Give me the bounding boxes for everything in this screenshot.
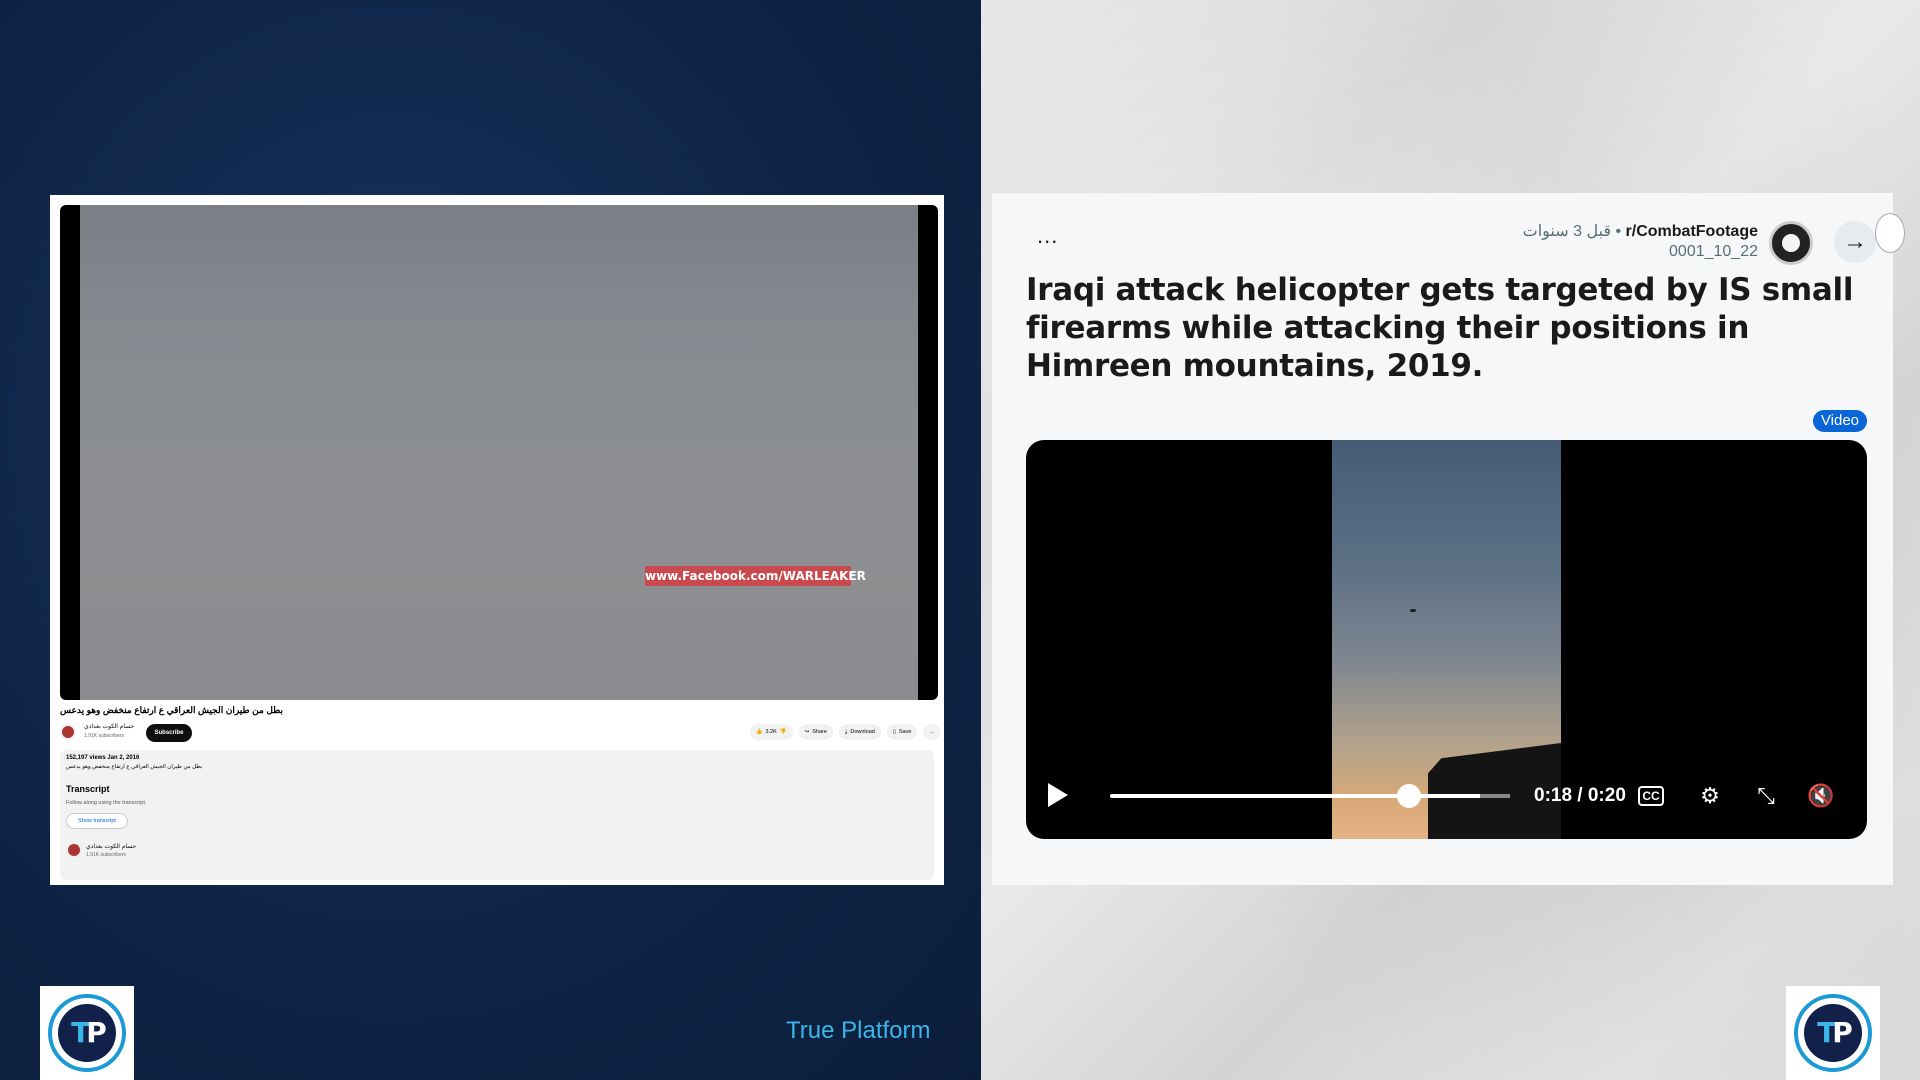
thumbs-down-icon[interactable]: 👎: [780, 729, 787, 735]
youtube-channel-row: حسام الكوت بغدادي 1.91K subscribers Subs…: [60, 722, 940, 742]
time-display: 0:18 / 0:20: [1534, 785, 1626, 806]
subscribe-button[interactable]: Subscribe: [146, 724, 192, 742]
video-controls: 0:18 / 0:20 CC ⚙ ⤡ 🔇: [1026, 759, 1867, 839]
mute-icon[interactable]: 🔇: [1806, 781, 1836, 811]
side-menu-button[interactable]: [1875, 213, 1905, 253]
settings-gear-icon[interactable]: ⚙: [1695, 781, 1725, 811]
fullscreen-icon[interactable]: ⤡: [1751, 781, 1781, 811]
transcript-heading: Transcript: [66, 784, 110, 794]
description-text: بطل من طيران الجيش العراقي ع ارتفاع منخف…: [66, 764, 203, 770]
true-platform-logo-right: TP: [1786, 986, 1880, 1080]
share-button[interactable]: ↪ Share: [798, 724, 833, 740]
youtube-card: بطل من طيران الجيش العراقي ع ارتفاع منخف…: [50, 195, 944, 885]
channel-avatar[interactable]: [60, 724, 76, 740]
captions-icon[interactable]: CC: [1638, 786, 1664, 806]
logo-letter-t: T: [71, 1016, 90, 1049]
video-badge: Video: [1812, 410, 1867, 432]
subreddit-link[interactable]: r/CombatFootage: [1626, 223, 1758, 240]
post-meta: قبل 3 سنوات • r/CombatFootage: [1523, 221, 1758, 241]
youtube-video-title: بطل من طيران الجيش العراقي ع ارتفاع منخف…: [60, 705, 284, 715]
arrow-right-icon[interactable]: →: [1834, 221, 1876, 263]
download-label: Download: [850, 729, 875, 735]
show-transcript-button[interactable]: Show transcript: [66, 813, 128, 829]
true-platform-logo-left: TP: [40, 986, 134, 1080]
logo-letter-p: P: [1832, 1016, 1852, 1049]
post-time-ago: قبل 3 سنوات: [1522, 223, 1612, 240]
youtube-description-box[interactable]: 152,197 views Jan 2, 2016 بطل من طيران ا…: [60, 750, 934, 880]
download-icon: ⤓: [844, 728, 848, 735]
thumbs-up-icon: 👍: [755, 729, 763, 735]
share-icon: ↪: [804, 729, 810, 735]
subreddit-avatar[interactable]: [1769, 221, 1813, 265]
play-icon[interactable]: [1048, 783, 1068, 807]
youtube-video-frame: [80, 205, 918, 700]
progress-track[interactable]: [1110, 794, 1510, 798]
post-options-button[interactable]: ...: [1037, 223, 1058, 249]
video-watermark: www.Facebook.com/WARLEAKER: [645, 566, 866, 586]
channel-name-bottom[interactable]: حسام الكوت بغدادي: [86, 843, 136, 850]
youtube-video-player[interactable]: [60, 205, 938, 700]
progress-knob[interactable]: [1396, 784, 1421, 808]
post-title[interactable]: Iraqi attack helicopter gets targeted by…: [1026, 271, 1876, 385]
save-button[interactable]: ▯ Save: [886, 724, 918, 740]
true-platform-label: True Platform: [786, 1017, 931, 1044]
like-count: 3.2K: [765, 729, 777, 735]
share-label: Share: [812, 729, 827, 735]
channel-subscribers-bottom: 1.91K subscribers: [86, 852, 127, 858]
logo-ring: TP: [1794, 994, 1872, 1072]
channel-subscribers: 1.91K subscribers: [84, 733, 125, 739]
meta-separator: •: [1611, 223, 1626, 240]
youtube-action-bar: 👍 3.2K 👎 ↪ Share ⤓ Download ▯ Save ...: [749, 724, 940, 742]
progress-track-remaining[interactable]: [1480, 794, 1510, 798]
save-label: Save: [898, 729, 912, 735]
more-actions-button[interactable]: ...: [923, 724, 940, 740]
logo-icon: TP: [1804, 1004, 1862, 1062]
logo-letter-t: T: [1817, 1016, 1836, 1049]
logo-icon: TP: [58, 1004, 116, 1062]
like-button[interactable]: 👍 3.2K 👎: [749, 724, 793, 740]
views-and-date: 152,197 views Jan 2, 2016: [66, 755, 140, 761]
channel-avatar-bottom[interactable]: [66, 842, 82, 858]
transcript-subtext: Follow along using the transcript.: [66, 800, 147, 806]
reddit-video-player[interactable]: 0:18 / 0:20 CC ⚙ ⤡ 🔇: [1026, 440, 1867, 839]
reddit-card: ... قبل 3 سنوات • r/CombatFootage 0001_1…: [992, 193, 1905, 885]
logo-ring: TP: [48, 994, 126, 1072]
post-username[interactable]: 0001_10_22: [1669, 243, 1758, 261]
helicopter-speck: [1410, 609, 1416, 612]
logo-letter-p: P: [86, 1016, 106, 1049]
channel-name[interactable]: حسام الكوت بغدادي: [84, 723, 134, 730]
bookmark-icon: ▯: [892, 729, 896, 735]
download-button[interactable]: ⤓ Download: [838, 724, 881, 740]
